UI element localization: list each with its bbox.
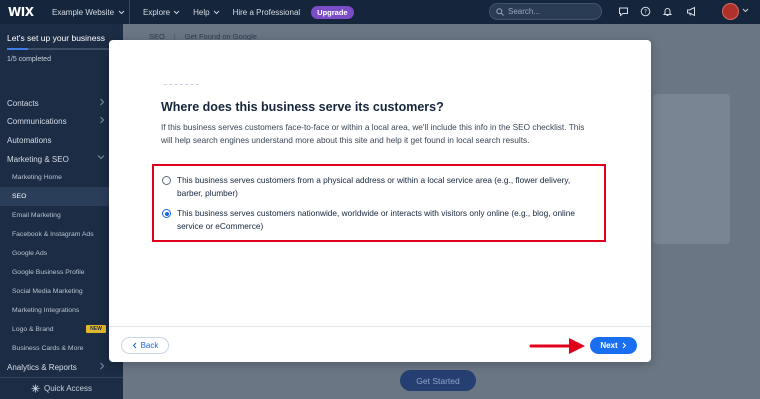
sidebar-subitem-marketing-integrations[interactable]: Marketing Integrations xyxy=(0,301,123,320)
sparkle-icon xyxy=(31,384,40,393)
chat-icon[interactable] xyxy=(616,4,630,18)
sidebar-item-label: Automations xyxy=(7,135,52,145)
chevron-right-icon xyxy=(100,98,105,106)
setup-count: 1/5 completed xyxy=(7,56,51,63)
help-label: Help xyxy=(193,7,210,17)
sidebar-item-contacts[interactable]: Contacts xyxy=(0,94,123,112)
search-icon xyxy=(496,7,504,16)
sidebar-item-automations[interactable]: Automations xyxy=(0,131,123,149)
option-label: This business serves customers nationwid… xyxy=(177,208,575,231)
red-arrow-annotation-icon xyxy=(529,338,585,354)
setup-progress-bar xyxy=(7,48,114,50)
step-indicator xyxy=(164,84,199,88)
next-label: Next xyxy=(600,341,618,350)
chevron-down-icon xyxy=(213,10,219,14)
business-location-modal: Where does this business serve its custo… xyxy=(109,40,651,362)
sidebar-subitem-logo-brand[interactable]: Logo & Brand NEW xyxy=(0,320,123,339)
search-input[interactable]: Search... xyxy=(489,3,602,20)
sidebar-item-label: Analytics & Reports xyxy=(7,362,77,372)
options-highlight-box: This business serves customers from a ph… xyxy=(152,164,606,242)
quick-access-label: Quick Access xyxy=(43,384,92,393)
sidebar-subitem-facebook-instagram-ads[interactable]: Facebook & Instagram Ads xyxy=(0,225,123,244)
hire-professional-link[interactable]: Hire a Professional xyxy=(233,8,301,17)
sidebar-item-analytics-reports[interactable]: Analytics & Reports xyxy=(0,358,123,376)
option-physical-address[interactable]: This business serves customers from a ph… xyxy=(162,174,582,200)
site-selector[interactable]: Example Website xyxy=(40,0,130,24)
quick-access-button[interactable]: Quick Access xyxy=(0,377,123,399)
megaphone-icon[interactable] xyxy=(684,4,698,18)
chevron-right-icon xyxy=(100,362,105,370)
back-label: Back xyxy=(140,341,159,350)
explore-menu[interactable]: Explore xyxy=(143,8,180,17)
upgrade-button[interactable]: Upgrade xyxy=(311,5,354,19)
chevron-down-icon xyxy=(118,10,125,14)
sidebar-item-marketing-seo[interactable]: Marketing & SEO xyxy=(0,150,123,168)
modal-description: If this business serves customers face-t… xyxy=(161,122,585,145)
explore-label: Explore xyxy=(143,7,171,17)
top-bar: WIX Example Website Explore Help Hire a … xyxy=(0,0,760,24)
radio-button[interactable] xyxy=(162,209,171,218)
chevron-down-icon[interactable] xyxy=(742,8,749,13)
setup-widget[interactable]: Let's set up your business 1/5 completed xyxy=(0,24,123,87)
sidebar-item-label: Contacts xyxy=(7,98,39,108)
get-started-button[interactable]: Get Started xyxy=(400,370,476,391)
svg-text:?: ? xyxy=(643,8,646,15)
back-button[interactable]: Back xyxy=(121,337,169,354)
option-online[interactable]: This business serves customers nationwid… xyxy=(162,207,582,233)
help-icon[interactable]: ? xyxy=(638,4,652,18)
radio-button[interactable] xyxy=(162,176,171,185)
sidebar-item-label: Marketing & SEO xyxy=(7,154,69,164)
chevron-right-icon xyxy=(100,116,105,124)
chevron-down-icon xyxy=(173,10,180,14)
search-placeholder: Search... xyxy=(508,7,541,16)
help-menu[interactable]: Help xyxy=(193,8,219,17)
site-name: Example Website xyxy=(52,7,115,17)
setup-progress-fill xyxy=(7,48,29,50)
sidebar-item-label: Communications xyxy=(7,116,67,126)
setup-title: Let's set up your business xyxy=(7,33,106,43)
sidebar-subitem-business-cards[interactable]: Business Cards & More xyxy=(0,339,123,358)
chevron-left-icon xyxy=(132,342,136,349)
modal-title: Where does this business serve its custo… xyxy=(161,100,444,114)
sidebar-subitem-social-media-marketing[interactable]: Social Media Marketing xyxy=(0,282,123,301)
sidebar-item-label: Logo & Brand xyxy=(12,326,54,333)
sidebar-subitem-seo[interactable]: SEO xyxy=(0,187,123,206)
option-label: This business serves customers from a ph… xyxy=(177,175,571,198)
new-badge: NEW xyxy=(86,325,106,333)
wix-logo[interactable]: WIX xyxy=(0,5,40,19)
sidebar: Let's set up your business 1/5 completed… xyxy=(0,24,123,399)
sidebar-item-communications[interactable]: Communications xyxy=(0,112,123,130)
next-button[interactable]: Next xyxy=(590,337,637,354)
sidebar-subitem-google-business-profile[interactable]: Google Business Profile xyxy=(0,263,123,282)
chevron-down-icon xyxy=(97,155,105,160)
background-panel xyxy=(653,94,730,244)
avatar[interactable] xyxy=(722,3,739,20)
sidebar-subitem-google-ads[interactable]: Google Ads xyxy=(0,244,123,263)
sidebar-subitem-marketing-home[interactable]: Marketing Home xyxy=(0,168,123,187)
bell-icon[interactable] xyxy=(660,4,674,18)
chevron-right-icon xyxy=(622,342,626,349)
sidebar-subitem-email-marketing[interactable]: Email Marketing xyxy=(0,206,123,225)
